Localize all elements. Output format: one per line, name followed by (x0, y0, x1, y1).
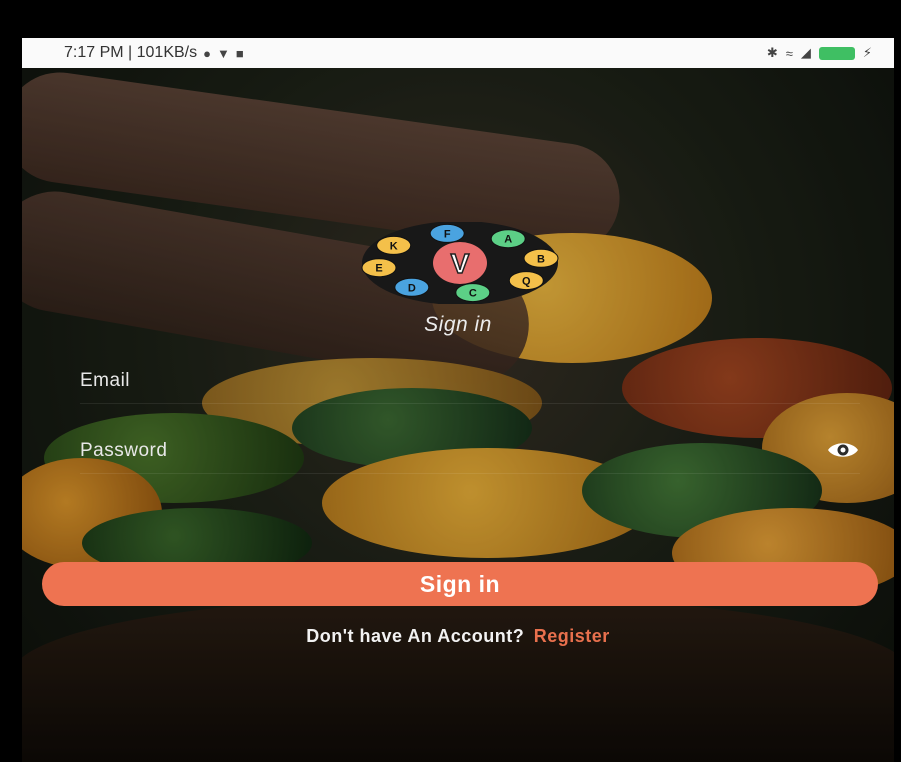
email-field-container (80, 358, 860, 404)
signal-icon: ◢ (800, 45, 811, 60)
password-field-container (80, 428, 860, 474)
background-fruit (22, 458, 162, 568)
logo-ring-letter: B (537, 253, 545, 265)
register-prompt-row: Don't have An Account? Register (22, 626, 894, 647)
register-prompt: Don't have An Account? (306, 626, 525, 646)
logo-ring-letter: K (390, 240, 398, 252)
bluetooth-icon: ✱ (766, 45, 778, 60)
background-dim-overlay (22, 68, 894, 762)
notification-icon: ■ (235, 45, 244, 61)
app-screen: 7:17 PM | 101KB/s ● ▼ ■ ✱ ≈ ◢ ⚡ F A BQ C D EK… (22, 38, 894, 762)
status-bar-right: ✱ ≈ ◢ ⚡ (767, 45, 872, 61)
logo-ring-letter: Q (522, 276, 531, 288)
battery-icon (818, 46, 855, 60)
wifi-icon: ≈ (785, 45, 793, 61)
email-field[interactable] (80, 358, 860, 403)
status-time-speed: 7:17 PM | 101KB/s (64, 44, 198, 61)
app-logo: F A BQ C D EK V (361, 222, 559, 304)
status-bar: 7:17 PM | 101KB/s ● ▼ ■ ✱ ≈ ◢ ⚡ (22, 38, 894, 68)
charging-icon: ⚡ (862, 45, 872, 60)
password-field[interactable] (80, 428, 860, 473)
logo-ring-letter: D (408, 282, 416, 294)
background-bowl (22, 598, 894, 762)
logo-center-letter: V (451, 248, 470, 279)
device-frame: 7:17 PM | 101KB/s ● ▼ ■ ✱ ≈ ◢ ⚡ F A BQ C D EK… (0, 0, 901, 762)
logo-ring-letter: E (375, 263, 382, 275)
page-title: Sign in (424, 313, 492, 336)
shield-icon: ▼ (216, 45, 230, 61)
status-bar-left: 7:17 PM | 101KB/s ● ▼ ■ (64, 44, 244, 62)
logo-ring-letter: C (469, 288, 477, 300)
sign-in-button[interactable]: Sign in (42, 562, 878, 606)
eye-icon[interactable] (826, 438, 860, 462)
register-link[interactable]: Register (534, 626, 610, 646)
chat-icon: ● (203, 45, 211, 61)
logo-ring-letter: A (504, 234, 512, 246)
logo-ring-letter: F (444, 228, 451, 240)
